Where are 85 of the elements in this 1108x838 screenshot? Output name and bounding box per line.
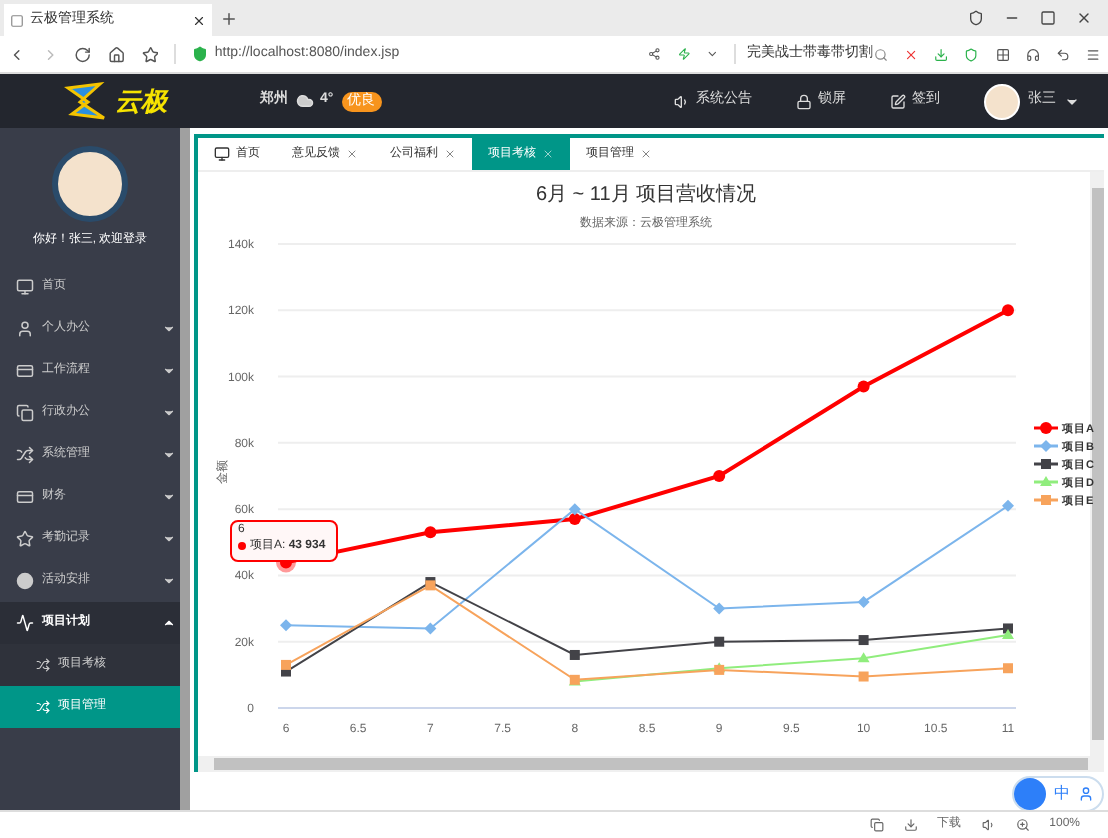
caret-icon bbox=[162, 574, 176, 588]
lightning-icon[interactable] bbox=[677, 46, 690, 62]
logo-text: 云极 bbox=[115, 83, 167, 120]
point bbox=[714, 636, 725, 647]
monitor-icon bbox=[16, 278, 34, 296]
pulse-icon bbox=[16, 614, 34, 632]
point bbox=[1003, 663, 1013, 674]
point bbox=[568, 513, 581, 526]
point bbox=[858, 635, 869, 646]
user-icon[interactable] bbox=[1078, 786, 1094, 802]
shuffle-icon bbox=[16, 446, 34, 464]
point bbox=[1002, 629, 1014, 640]
cross-icon[interactable] bbox=[904, 45, 919, 63]
maximize-icon[interactable] bbox=[1040, 10, 1056, 26]
user-icon bbox=[16, 320, 34, 338]
edit-icon bbox=[890, 93, 906, 109]
point bbox=[424, 526, 437, 539]
legend-marker-icon bbox=[1034, 459, 1058, 469]
new-tab-icon[interactable] bbox=[220, 10, 238, 28]
shield-icon[interactable] bbox=[964, 45, 980, 63]
caret-icon bbox=[162, 406, 176, 420]
download-icon[interactable] bbox=[934, 45, 949, 63]
point bbox=[857, 652, 870, 663]
point bbox=[1003, 623, 1013, 634]
point bbox=[857, 595, 870, 608]
vertical-scrollbar[interactable] bbox=[1090, 172, 1104, 756]
logo-icon bbox=[63, 81, 107, 121]
caret-icon bbox=[162, 490, 176, 504]
reload-icon[interactable] bbox=[74, 43, 93, 65]
point bbox=[1002, 499, 1014, 512]
share-icon[interactable] bbox=[648, 46, 662, 62]
page-icon bbox=[10, 13, 24, 27]
close-icon[interactable] bbox=[192, 13, 206, 27]
caret-icon[interactable] bbox=[705, 46, 719, 62]
star-icon bbox=[16, 530, 34, 548]
monitor-icon bbox=[214, 146, 230, 162]
point bbox=[281, 659, 291, 670]
skin-icon[interactable] bbox=[968, 10, 984, 26]
card-icon bbox=[16, 488, 34, 506]
point bbox=[713, 470, 726, 482]
caret-icon bbox=[162, 322, 176, 336]
ime-logo-icon bbox=[1014, 778, 1046, 810]
undo-icon[interactable] bbox=[1055, 45, 1070, 63]
menu-icon[interactable] bbox=[1085, 45, 1100, 63]
point bbox=[858, 671, 869, 682]
avatar bbox=[52, 146, 128, 222]
legend-marker-icon bbox=[1034, 495, 1058, 505]
caret-icon bbox=[162, 364, 176, 378]
lock-icon bbox=[796, 93, 812, 109]
point bbox=[424, 622, 437, 635]
point bbox=[569, 649, 580, 660]
chart-title: 6月 ~ 11月 项目营收情况 bbox=[535, 184, 757, 206]
point bbox=[857, 380, 870, 393]
card-icon bbox=[16, 362, 34, 380]
download-icon[interactable] bbox=[903, 818, 918, 832]
cloud-icon bbox=[296, 92, 314, 110]
ime-language[interactable]: 中 bbox=[1054, 782, 1070, 806]
caret-icon bbox=[162, 532, 176, 546]
shuffle-icon bbox=[36, 700, 50, 714]
ime-toolbar[interactable]: 中 bbox=[1012, 776, 1104, 812]
copy-icon[interactable] bbox=[869, 818, 884, 832]
legend-marker-icon bbox=[1034, 476, 1058, 486]
zoom-icon[interactable] bbox=[1015, 818, 1030, 832]
point bbox=[568, 503, 581, 516]
bookmark-icon[interactable] bbox=[141, 43, 159, 65]
home-icon[interactable] bbox=[108, 43, 126, 65]
shuffle-icon bbox=[36, 658, 50, 672]
close-window-icon[interactable] bbox=[1076, 10, 1092, 26]
point bbox=[280, 619, 292, 632]
grid-icon[interactable] bbox=[995, 45, 1010, 63]
user-avatar[interactable] bbox=[984, 83, 1020, 119]
caret-icon bbox=[162, 448, 176, 462]
legend-marker-icon bbox=[1034, 422, 1058, 434]
horizontal-scrollbar[interactable] bbox=[198, 756, 1104, 772]
speaker-icon[interactable] bbox=[981, 818, 996, 832]
circle-icon bbox=[16, 572, 34, 590]
caret-icon bbox=[162, 616, 176, 630]
point bbox=[1002, 304, 1014, 317]
copy-icon bbox=[16, 404, 34, 422]
search-icon[interactable] bbox=[874, 47, 889, 61]
speaker-icon bbox=[674, 93, 690, 109]
shield-icon bbox=[192, 46, 209, 62]
point bbox=[713, 602, 726, 615]
legend-marker-icon bbox=[1034, 440, 1058, 452]
headphones-icon[interactable] bbox=[1025, 45, 1040, 63]
